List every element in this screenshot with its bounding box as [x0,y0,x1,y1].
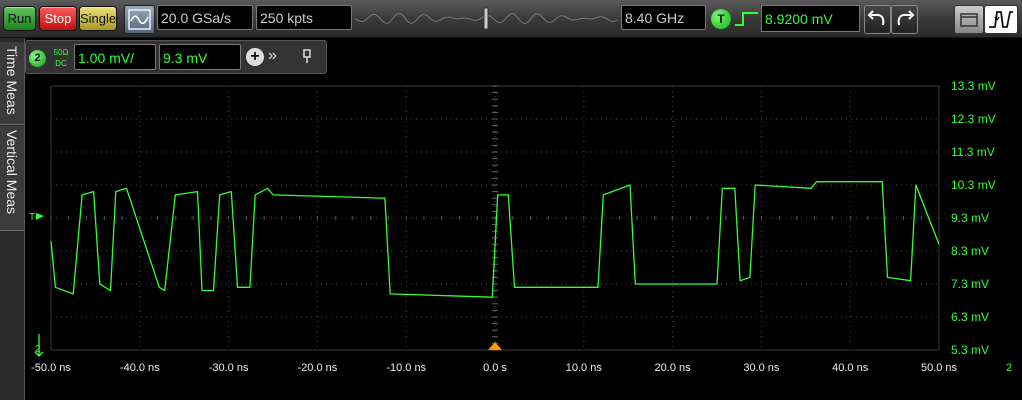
redo-button[interactable] [891,5,918,34]
labels-layer: -50.0 ns -40.0 ns -30.0 ns -20.0 ns -10.0 ns… [31,79,1012,374]
side-tab-strip: Time Meas Vertical Meas [0,38,25,400]
y-tick-label: 12.3 mV [951,112,996,126]
channel-coupling-mode: DC [55,59,67,68]
x-tick-label: 50.0 ns [921,362,958,374]
waveform-trace [50,181,940,298]
tab-vertical-meas-label: Vertical Meas [4,130,20,215]
run-button[interactable]: Run [4,7,35,30]
sample-rate-field[interactable]: 20.0 GSa/s [157,5,253,30]
x-tick-label: 10.0 ns [566,362,603,374]
y-tick-label: 5.3 mV [951,343,989,357]
trigger-level-field[interactable]: 8.9200 mV [761,5,860,32]
oscilloscope-app: Run Stop Single 20.0 GSa/s 250 kpts 8.40… [0,0,1022,400]
waveform-edge-icon [989,11,1013,28]
x-axis-channel-label: 2 [1006,362,1012,374]
autoscale-button[interactable] [124,5,155,34]
tab-time-meas-label: Time Meas [4,46,20,115]
y-tick-label: 8.3 mV [951,244,989,258]
undo-icon [867,10,885,26]
waveform-mode-button[interactable] [984,5,1018,34]
x-tick-label: 20.0 ns [655,362,692,374]
tab-vertical-meas[interactable]: Vertical Meas [0,126,24,231]
overview-window-handle[interactable] [483,7,489,30]
vertical-scale-field[interactable]: 1.00 mV/ [74,44,156,70]
x-tick-label: 40.0 ns [832,362,869,374]
channel-impedance: 50Ω [53,48,69,57]
x-tick-label: -20.0 ns [298,362,338,374]
trace-layer [50,181,940,298]
redo-icon [897,10,915,26]
single-button[interactable]: Single [80,7,116,30]
graticule-area[interactable]: -50.0 ns -40.0 ns -30.0 ns -20.0 ns -10.0 ns… [25,76,1022,400]
channel-2-bar: 2 50Ω DC 1.00 mV/ 9.3 mV + » [25,40,327,74]
y-tick-label: 6.3 mV [951,310,989,324]
trigger-badge[interactable]: T [711,9,731,29]
x-tick-label: -10.0 ns [386,362,426,374]
add-channel-button[interactable]: + [246,48,264,66]
y-tick-label: 7.3 mV [951,277,989,291]
undo-button[interactable] [864,5,891,34]
window-layout-icon [960,13,978,27]
top-toolbar: Run Stop Single 20.0 GSa/s 250 kpts 8.40… [0,0,1022,38]
trigger-level-arrow-icon [36,213,44,220]
rising-edge-icon[interactable] [734,9,760,29]
bandwidth-field[interactable]: 8.40 GHz [621,5,706,30]
x-tick-label: -30.0 ns [209,362,249,374]
x-tick-label: -40.0 ns [120,362,160,374]
trigger-position-marker [488,342,502,350]
trigger-level-marker: T [29,212,35,223]
waveform-overview-slider[interactable] [355,5,617,32]
channel-coupling[interactable]: 50Ω DC [49,47,73,69]
stop-button[interactable]: Stop [40,7,76,30]
memory-depth-field[interactable]: 250 kpts [256,5,352,30]
x-tick-label: -50.0 ns [31,362,71,374]
y-tick-label: 10.3 mV [951,178,996,192]
y-tick-label: 9.3 mV [951,211,989,225]
autoscale-icon [128,9,151,30]
window-layout-button[interactable] [954,5,984,34]
vertical-offset-field[interactable]: 9.3 mV [159,44,241,70]
y-tick-label: 13.3 mV [951,79,996,93]
grid-layer [50,85,940,351]
waveform-display[interactable]: -50.0 ns -40.0 ns -30.0 ns -20.0 ns -10.0 ns… [25,76,1022,400]
y-tick-label: 11.3 mV [951,145,995,159]
expand-chevron-icon[interactable]: » [268,47,277,65]
x-tick-label: 30.0 ns [743,362,780,374]
pin-icon[interactable] [300,47,314,65]
channel-badge[interactable]: 2 [29,50,46,67]
tab-time-meas[interactable]: Time Meas [0,42,24,125]
x-tick-label: 0.0 s [483,362,507,374]
